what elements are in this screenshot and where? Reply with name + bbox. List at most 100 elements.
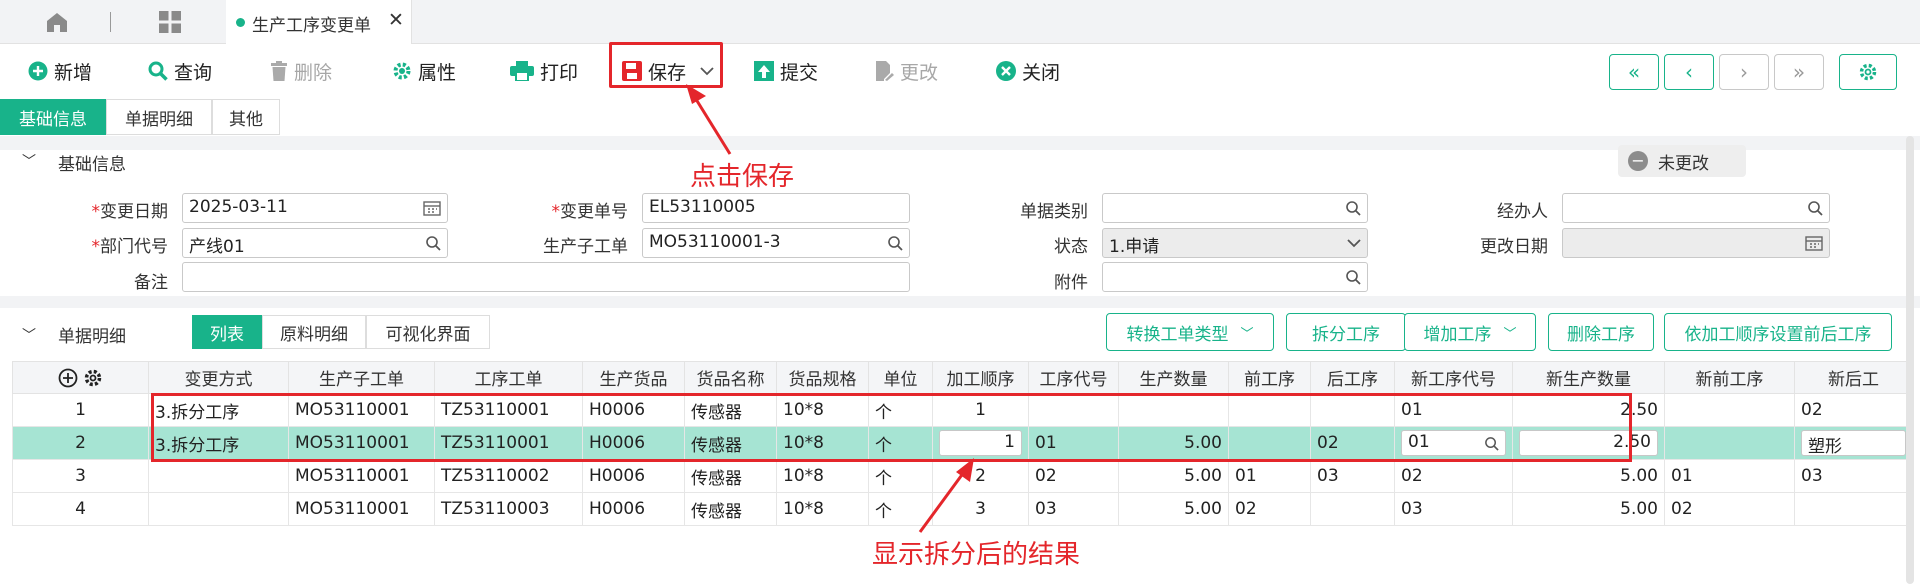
vertical-scrollbar[interactable] xyxy=(1906,136,1914,584)
col-header[interactable]: 前工序 xyxy=(1228,361,1311,394)
col-header[interactable]: 新生产数量 xyxy=(1512,361,1665,394)
cell-new-prev[interactable] xyxy=(1664,426,1795,460)
cell-op[interactable]: 02 xyxy=(1028,459,1119,493)
collapse-chevron-icon[interactable]: ﹀ xyxy=(22,151,36,171)
cell-new-next-editor[interactable]: 塑形 xyxy=(1794,426,1913,460)
cell-op-order-link[interactable]: TZ53110003 xyxy=(434,492,583,526)
cell-new-op[interactable]: 02 xyxy=(1394,459,1513,493)
print-button[interactable]: 打印 xyxy=(510,56,578,86)
change-no-field[interactable]: EL53110005 xyxy=(642,193,910,223)
query-button[interactable]: 查询 xyxy=(148,56,212,86)
search-icon[interactable] xyxy=(887,235,903,251)
close-tab-icon[interactable]: ✕ xyxy=(388,9,404,31)
cell-prev[interactable]: 01 xyxy=(1228,459,1311,493)
new-next-input[interactable]: 塑形 xyxy=(1801,429,1906,457)
cell-new-next[interactable]: 02 xyxy=(1794,393,1913,427)
add-operation-button[interactable]: 增加工序 ﹀ xyxy=(1404,313,1536,351)
calendar-icon[interactable] xyxy=(423,200,441,216)
set-prev-next-button[interactable]: 依加工顺序设置前后工序 xyxy=(1664,313,1892,351)
col-header[interactable]: 生产货品 xyxy=(582,361,685,394)
new-button[interactable]: 新增 xyxy=(28,56,92,86)
col-header[interactable]: 新前工序 xyxy=(1664,361,1795,394)
remark-field[interactable] xyxy=(182,262,910,292)
cell-qty[interactable]: 5.00 xyxy=(1118,492,1229,526)
cell-name[interactable]: 传感器 xyxy=(684,492,777,526)
cell-new-prev[interactable] xyxy=(1664,393,1795,427)
collapse-chevron-icon[interactable]: ﹀ xyxy=(22,325,36,345)
col-header[interactable]: 工序代号 xyxy=(1028,361,1119,394)
last-record-button[interactable]: » xyxy=(1774,54,1824,90)
col-header[interactable]: 货品名称 xyxy=(684,361,777,394)
doc-type-field[interactable] xyxy=(1102,193,1368,223)
split-operation-button[interactable]: 拆分工序 xyxy=(1286,313,1406,351)
cell-spec[interactable]: 10*8 xyxy=(776,492,869,526)
cell-new-qty[interactable]: 5.00 xyxy=(1512,459,1665,493)
tab-production-change[interactable]: 生产工序变更单 ✕ xyxy=(226,0,412,44)
change-date-field[interactable]: 2025-03-11 xyxy=(182,193,448,223)
col-header[interactable]: 变更方式 xyxy=(148,361,289,394)
cell-new-next[interactable]: 03 xyxy=(1794,459,1913,493)
cell-new-op[interactable]: 03 xyxy=(1394,492,1513,526)
delete-button[interactable]: 删除 xyxy=(270,56,332,86)
col-header[interactable]: 新后工 xyxy=(1794,361,1913,394)
cell-mode[interactable] xyxy=(148,492,289,526)
close-button[interactable]: 关闭 xyxy=(996,56,1060,86)
convert-order-type-button[interactable]: 转换工单类型 ﹀ xyxy=(1106,313,1274,351)
properties-button[interactable]: 属性 xyxy=(392,56,456,86)
delete-operation-button[interactable]: 删除工序 xyxy=(1548,313,1654,351)
next-record-button[interactable]: › xyxy=(1719,54,1769,90)
apps-grid-icon[interactable] xyxy=(158,10,182,34)
col-header[interactable]: 加工顺序 xyxy=(932,361,1029,394)
cell-sub-order-link[interactable]: MO53110001 xyxy=(288,459,435,493)
cell-next[interactable]: 03 xyxy=(1310,459,1395,493)
chevron-down-icon[interactable] xyxy=(1347,238,1361,248)
handler-field[interactable] xyxy=(1562,193,1830,223)
home-icon[interactable] xyxy=(44,10,70,34)
cell-mode[interactable] xyxy=(148,459,289,493)
cell-item[interactable]: H0006 xyxy=(582,459,685,493)
settings-button[interactable] xyxy=(1839,54,1897,90)
cell-prev[interactable]: 02 xyxy=(1228,492,1311,526)
add-circle-icon[interactable] xyxy=(58,368,78,388)
status-select[interactable]: 1.申请 xyxy=(1102,228,1368,258)
search-icon[interactable] xyxy=(1345,269,1361,285)
dept-field[interactable]: 产线01 xyxy=(182,228,448,258)
col-header[interactable]: 工序工单 xyxy=(434,361,583,394)
cell-name[interactable]: 传感器 xyxy=(684,459,777,493)
tab-material-detail[interactable]: 原料明细 xyxy=(262,315,366,349)
attachment-field[interactable] xyxy=(1102,262,1368,292)
col-header[interactable]: 后工序 xyxy=(1310,361,1395,394)
subtab-basic-info[interactable]: 基础信息 xyxy=(0,99,106,135)
cell-op[interactable]: 03 xyxy=(1028,492,1119,526)
calendar-icon[interactable] xyxy=(1805,235,1823,251)
search-icon[interactable] xyxy=(1345,200,1361,216)
cell-new-qty[interactable]: 5.00 xyxy=(1512,492,1665,526)
col-header[interactable]: 新工序代号 xyxy=(1394,361,1513,394)
col-header[interactable]: 单位 xyxy=(868,361,933,394)
cell-next[interactable] xyxy=(1310,492,1395,526)
submit-button[interactable]: 提交 xyxy=(754,56,818,86)
tab-list[interactable]: 列表 xyxy=(192,315,262,349)
cell-new-next[interactable] xyxy=(1794,492,1913,526)
subtab-other[interactable]: 其他 xyxy=(212,99,280,135)
col-header[interactable]: 生产数量 xyxy=(1118,361,1229,394)
cell-sub-order-link[interactable]: MO53110001 xyxy=(288,492,435,526)
cell-item[interactable]: H0006 xyxy=(582,492,685,526)
search-icon[interactable] xyxy=(425,235,441,251)
gear-icon[interactable] xyxy=(83,368,103,388)
col-header[interactable]: 生产子工单 xyxy=(288,361,435,394)
cell-new-prev[interactable]: 02 xyxy=(1664,492,1795,526)
cell-new-prev[interactable]: 01 xyxy=(1664,459,1795,493)
tab-visual[interactable]: 可视化界面 xyxy=(366,315,490,349)
cell-spec[interactable]: 10*8 xyxy=(776,459,869,493)
search-icon[interactable] xyxy=(1807,200,1823,216)
col-header[interactable]: 货品规格 xyxy=(776,361,869,394)
subtab-doc-detail[interactable]: 单据明细 xyxy=(106,99,212,135)
modify-button[interactable]: 更改 xyxy=(874,56,938,86)
cell-op-order-link[interactable]: TZ53110002 xyxy=(434,459,583,493)
first-record-button[interactable]: « xyxy=(1609,54,1659,90)
cell-qty[interactable]: 5.00 xyxy=(1118,459,1229,493)
modify-date-field[interactable] xyxy=(1562,228,1830,258)
sub-order-field[interactable]: MO53110001-3 xyxy=(642,228,910,258)
prev-record-button[interactable]: ‹ xyxy=(1664,54,1714,90)
